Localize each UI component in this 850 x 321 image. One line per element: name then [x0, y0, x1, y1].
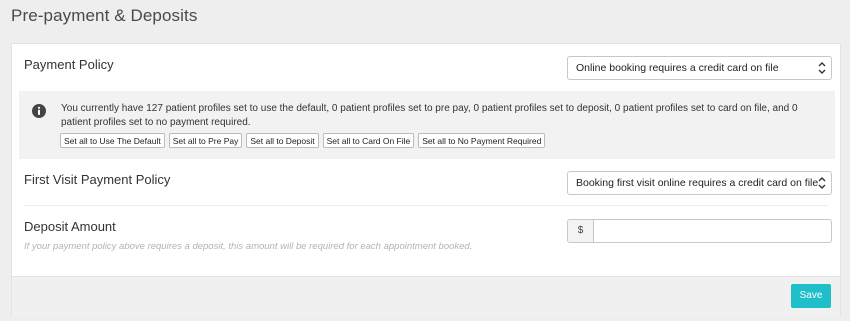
first-visit-policy-select[interactable]: Booking first visit online requires a cr… [567, 171, 832, 195]
set-all-button-group: Set all to Use The Default Set all to Pr… [60, 133, 546, 148]
deposit-amount-field: $ [567, 219, 832, 243]
payment-policy-selected-value: Online booking requires a credit card on… [576, 62, 779, 74]
set-all-pre-pay-button[interactable]: Set all to Pre Pay [168, 133, 243, 148]
select-arrows-icon [818, 177, 826, 189]
payment-policy-select[interactable]: Online booking requires a credit card on… [567, 56, 832, 80]
page-title: Pre-payment & Deposits [11, 6, 198, 25]
set-all-no-payment-button[interactable]: Set all to No Payment Required [418, 133, 546, 148]
card-footer: Save [12, 276, 840, 317]
set-all-default-button[interactable]: Set all to Use The Default [60, 133, 165, 148]
deposit-amount-label: Deposit Amount [24, 219, 116, 234]
prepayment-settings-card: Payment Policy Online booking requires a… [11, 43, 841, 317]
info-icon [32, 104, 46, 118]
first-visit-policy-label: First Visit Payment Policy [24, 172, 171, 187]
save-button[interactable]: Save [791, 284, 831, 308]
select-arrows-icon [818, 62, 826, 74]
currency-prefix: $ [568, 220, 594, 242]
profile-count-message: You currently have 127 patient profiles … [61, 103, 798, 128]
set-all-deposit-button[interactable]: Set all to Deposit [246, 133, 319, 148]
payment-policy-row: Payment Policy Online booking requires a… [12, 44, 840, 91]
row-divider [24, 205, 828, 206]
set-all-card-on-file-button[interactable]: Set all to Card On File [322, 133, 415, 148]
first-visit-policy-selected-value: Booking first visit online requires a cr… [576, 177, 819, 189]
deposit-amount-input[interactable] [594, 220, 831, 242]
first-visit-policy-row: First Visit Payment Policy Booking first… [12, 159, 840, 206]
profile-count-info-box: You currently have 127 patient profiles … [19, 91, 835, 159]
payment-policy-label: Payment Policy [24, 57, 114, 72]
deposit-amount-hint: If your payment policy above requires a … [24, 241, 473, 252]
